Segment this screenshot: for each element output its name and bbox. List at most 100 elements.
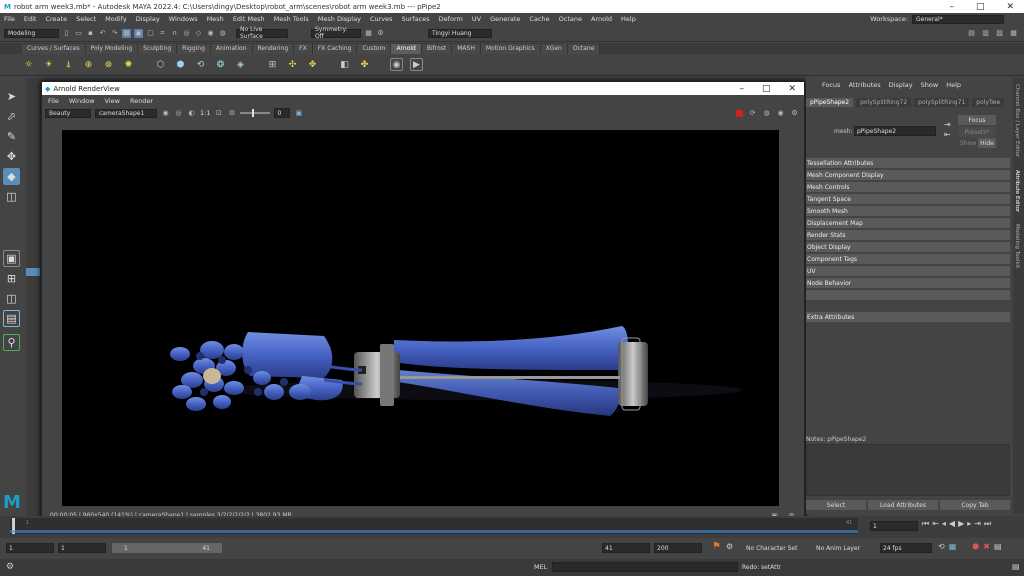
- current-frame-field[interactable]: 1: [870, 521, 918, 531]
- render-current-icon[interactable]: ◉: [206, 29, 215, 38]
- shelf-tab-fx[interactable]: FX: [294, 44, 313, 54]
- operator-icon[interactable]: ✤: [358, 58, 371, 71]
- step-forward-key-icon[interactable]: ⇥: [974, 519, 981, 529]
- paint-select-icon[interactable]: ✎: [3, 128, 20, 145]
- ae-tab-polysplitring72[interactable]: polySplitRing72: [856, 98, 912, 107]
- lasso-tool-icon[interactable]: ⬀: [3, 108, 20, 125]
- mesh-name-field[interactable]: pPipeShape2: [854, 126, 936, 136]
- menu-select[interactable]: Select: [76, 15, 96, 23]
- rv-menu-window[interactable]: Window: [69, 97, 95, 105]
- section-tangent-space[interactable]: Tangent Space: [806, 194, 1010, 204]
- script-editor-button-icon[interactable]: ▤: [1012, 562, 1020, 571]
- menu-curves[interactable]: Curves: [370, 15, 393, 23]
- renderview-close-icon[interactable]: ✕: [788, 84, 796, 94]
- menu-generate[interactable]: Generate: [490, 15, 520, 23]
- playback-end-field[interactable]: 41: [602, 543, 650, 553]
- menu-create[interactable]: Create: [45, 15, 67, 23]
- close-icon[interactable]: ✕: [1006, 2, 1014, 12]
- snapshot-icon[interactable]: ▣: [294, 109, 303, 118]
- select-button[interactable]: Select: [806, 500, 866, 510]
- keyframe-options-icon[interactable]: ⚙: [726, 542, 733, 551]
- ae-menu-attributes[interactable]: Attributes: [849, 81, 881, 89]
- time-slider-track[interactable]: [10, 518, 858, 534]
- command-input[interactable]: [552, 562, 738, 572]
- search-icon[interactable]: ⚲: [3, 334, 20, 351]
- step-back-frame-icon[interactable]: ◂: [942, 519, 946, 529]
- menu-help[interactable]: Help: [621, 15, 636, 23]
- flush-cache-icon[interactable]: ✣: [286, 58, 299, 71]
- anim-layer-dropdown[interactable]: No Anim Layer: [814, 543, 874, 553]
- hide-button[interactable]: Hide: [978, 138, 996, 148]
- shelf-tab-fx-caching[interactable]: FX Caching: [312, 44, 358, 54]
- region-icon[interactable]: ⊡: [214, 109, 223, 118]
- debug-shading-icon[interactable]: ◉: [776, 109, 785, 118]
- step-forward-frame-icon[interactable]: ▸: [967, 519, 971, 529]
- redo-icon[interactable]: ↷: [110, 29, 119, 38]
- ipr-toggle-icon[interactable]: ◍: [762, 109, 771, 118]
- play-forward-icon[interactable]: ▶: [958, 519, 964, 529]
- side-by-side-icon[interactable]: ◫: [3, 290, 20, 307]
- scene-end-field[interactable]: 200: [654, 543, 702, 553]
- new-scene-icon[interactable]: ▯: [62, 29, 71, 38]
- single-view-icon[interactable]: ▣: [3, 250, 20, 267]
- aov-dropdown[interactable]: Beauty: [45, 108, 91, 118]
- rv-menu-render[interactable]: Render: [130, 97, 153, 105]
- cache-settings-icon[interactable]: ✖: [983, 542, 990, 551]
- select-component-icon[interactable]: ▢: [146, 29, 155, 38]
- outliner-layout-icon[interactable]: ▤: [3, 310, 20, 327]
- menu-arnold[interactable]: Arnold: [591, 15, 612, 23]
- procedural-icon[interactable]: ❂: [214, 58, 227, 71]
- symmetry-dropdown[interactable]: Symmetry: Off: [311, 26, 361, 40]
- preview-icon[interactable]: ◉: [390, 58, 403, 71]
- play-render-icon[interactable]: ▶: [410, 58, 423, 71]
- channel-box-toggle-icon[interactable]: ▤: [967, 29, 976, 38]
- shelf-tab-sculpting[interactable]: Sculpting: [138, 44, 178, 54]
- scene-start-field[interactable]: 1: [6, 543, 54, 553]
- alpha-icon[interactable]: ◐: [187, 109, 196, 118]
- rv-menu-file[interactable]: File: [48, 97, 59, 105]
- shelf-tab-motion-graphics[interactable]: Motion Graphics: [480, 44, 541, 54]
- section-mesh-component-display[interactable]: Mesh Component Display: [806, 170, 1010, 180]
- license-icon[interactable]: ✥: [306, 58, 319, 71]
- photometric-light-icon[interactable]: ⊗: [102, 58, 115, 71]
- ae-tab-polytweak[interactable]: polyTwe: [972, 98, 1005, 107]
- shelf-tab-mash[interactable]: MASH: [452, 44, 481, 54]
- snap-curve-icon[interactable]: ∩: [170, 29, 179, 38]
- side-tab-attribute-editor[interactable]: Attribute Editor: [1014, 170, 1020, 212]
- render-view-icon[interactable]: ⊞: [266, 58, 279, 71]
- shelf-tab-bifrost[interactable]: Bifrost: [421, 44, 453, 54]
- fps-dropdown[interactable]: 24 fps: [880, 543, 932, 553]
- volume-icon[interactable]: ⬢: [174, 58, 187, 71]
- loop-icon[interactable]: ⟲: [938, 542, 945, 551]
- ae-menu-show[interactable]: Show: [921, 81, 939, 89]
- menu-edit[interactable]: Edit: [24, 15, 37, 23]
- script-editor-icon[interactable]: ⚙: [6, 562, 14, 572]
- focus-node-icon[interactable]: ⇥: [944, 120, 951, 129]
- exposure-icon[interactable]: ⚙: [227, 109, 236, 118]
- rv-menu-view[interactable]: View: [105, 97, 120, 105]
- color-correct-icon[interactable]: ◎: [174, 109, 183, 118]
- ipr-render-icon[interactable]: ◍: [218, 29, 227, 38]
- shelf-tab-custom[interactable]: Custom: [357, 44, 392, 54]
- section-node-behavior[interactable]: Node Behavior: [806, 278, 1010, 288]
- camera-dropdown[interactable]: cameraShape1: [95, 108, 157, 118]
- section-mesh-controls[interactable]: Mesh Controls: [806, 182, 1010, 192]
- mel-toggle[interactable]: MEL: [534, 563, 547, 571]
- side-tab-channel-box[interactable]: Channel Box / Layer Editor: [1014, 84, 1020, 157]
- character-set-dropdown[interactable]: No Character Set: [744, 543, 808, 553]
- menu-file[interactable]: File: [4, 15, 15, 23]
- shelf-tab-rigging[interactable]: Rigging: [177, 44, 211, 54]
- shelf-tab-xgen[interactable]: XGen: [540, 44, 568, 54]
- presets-button[interactable]: Presets*: [958, 127, 996, 137]
- select-hierarchy-icon[interactable]: ▦: [122, 28, 131, 38]
- menu-edit-mesh[interactable]: Edit Mesh: [233, 15, 265, 23]
- focus-button[interactable]: Focus: [958, 115, 996, 125]
- render-canvas[interactable]: [62, 130, 779, 506]
- rotate-tool-icon[interactable]: ◆: [3, 168, 20, 185]
- step-back-key-icon[interactable]: ⇤: [932, 519, 939, 529]
- show-node-icon[interactable]: ⇤: [944, 130, 951, 139]
- menu-modify[interactable]: Modify: [105, 15, 127, 23]
- menu-mesh-display[interactable]: Mesh Display: [318, 15, 361, 23]
- playback-start-field[interactable]: 1: [58, 543, 106, 553]
- select-object-icon[interactable]: ▣: [134, 28, 143, 38]
